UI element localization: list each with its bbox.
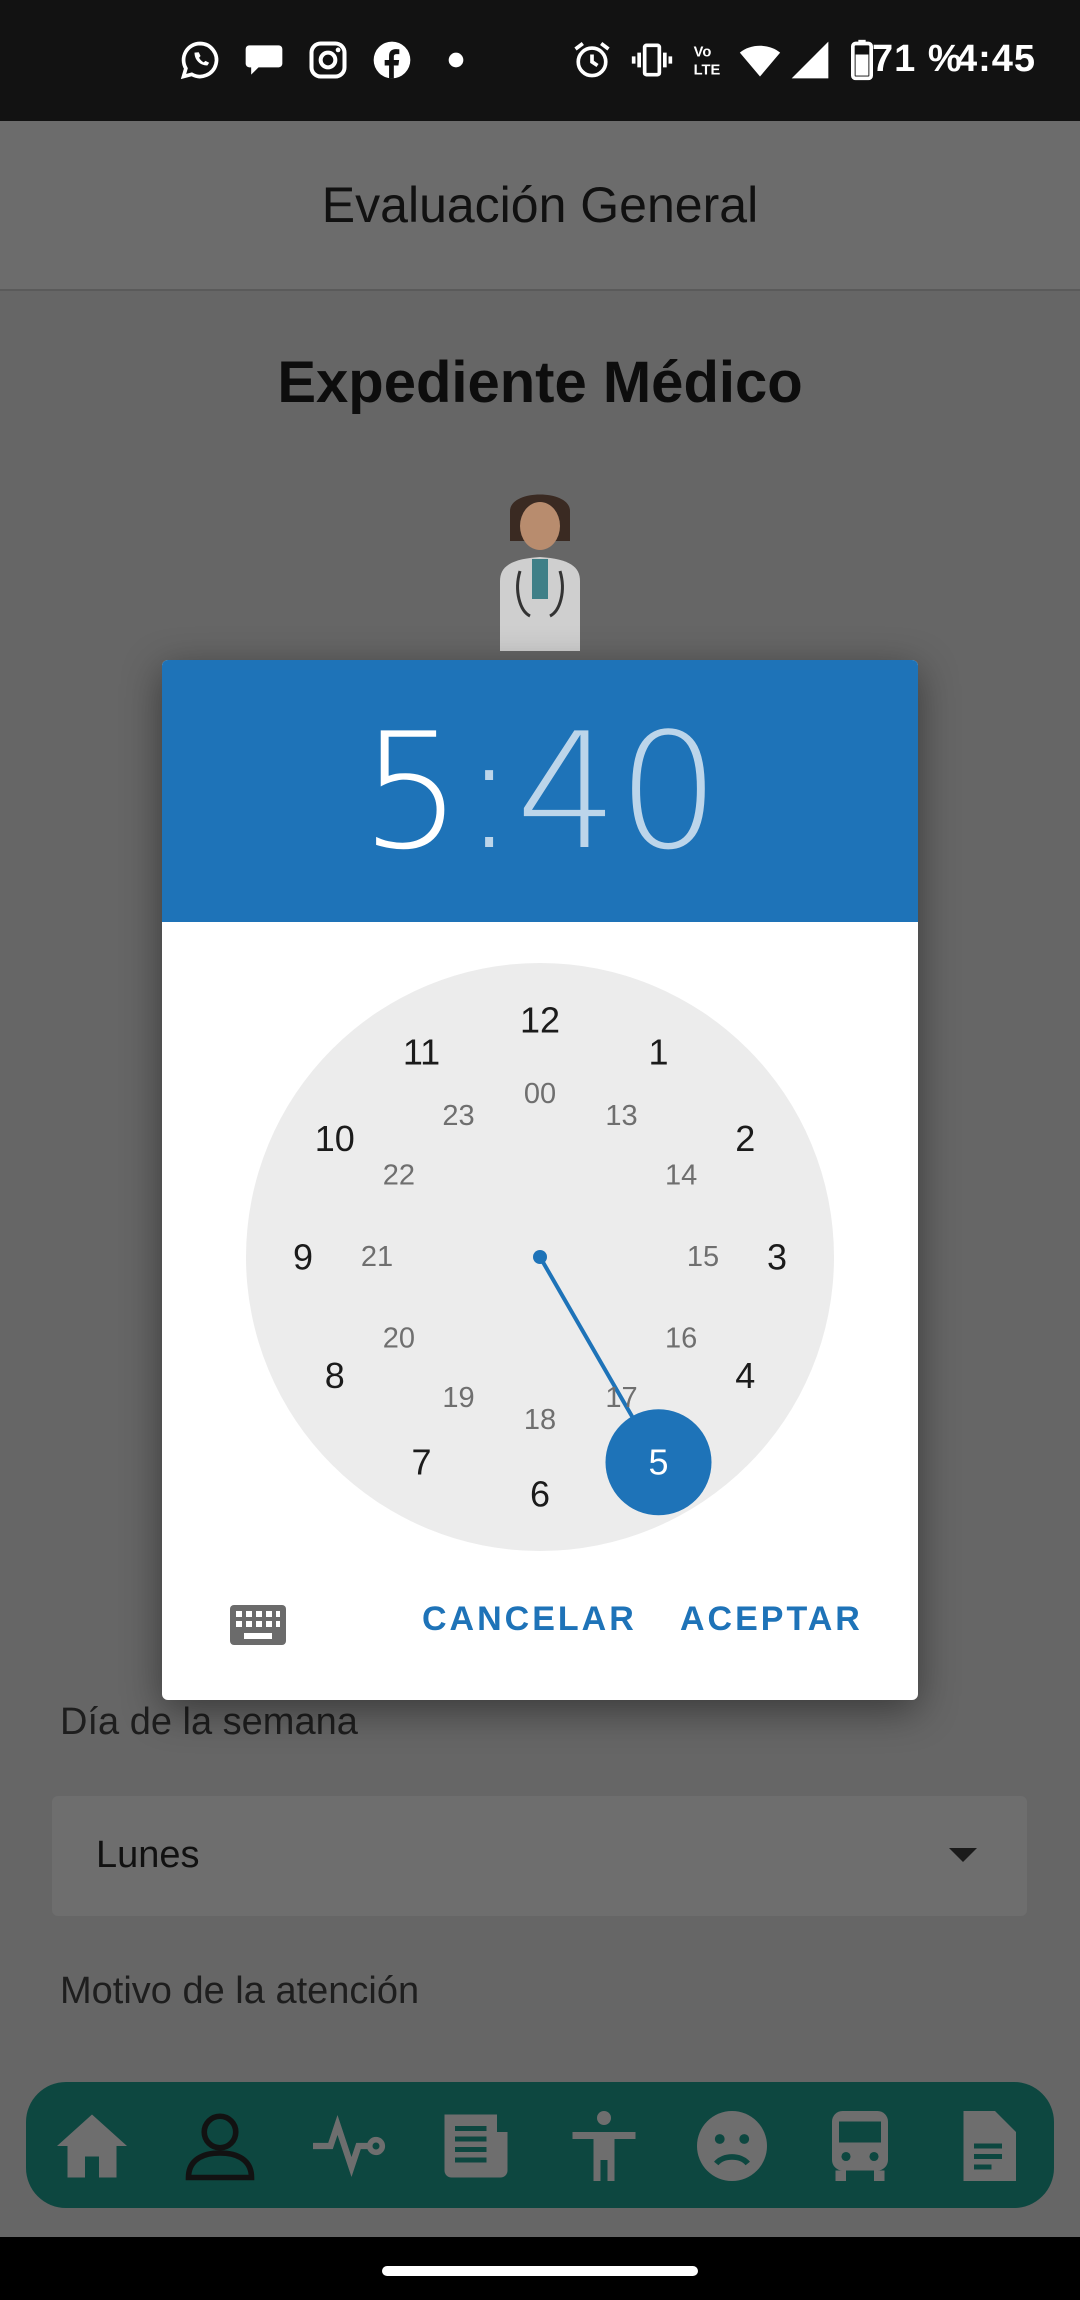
doctor-illustration [500, 494, 580, 651]
page-heading: Expediente Médico [277, 350, 803, 415]
volte-icon: Vo LTE [694, 44, 721, 79]
whatsapp-icon [180, 41, 219, 80]
chat-bubble-icon [245, 45, 283, 75]
person-icon[interactable] [178, 2104, 262, 2188]
clock-hour-11[interactable]: 11 [403, 1031, 440, 1072]
time-separator: : [462, 698, 517, 885]
clock-center-dot [533, 1250, 547, 1264]
home-indicator[interactable] [382, 2266, 698, 2276]
status-bar: Vo LTE 71 % 4:45 [0, 0, 1080, 121]
clock-hour-2[interactable]: 2 [735, 1118, 755, 1159]
weekday-select-value: Lunes [96, 1834, 200, 1876]
vital-signs-icon[interactable] [306, 2104, 390, 2188]
weekday-label: Día de la semana [60, 1701, 358, 1743]
time-picker-dialog: 5:40 12 1 2 3 4 5 6 7 8 9 10 11 00 13 14 15 16 17 18 19 20 21… [162, 660, 918, 1700]
weekday-select[interactable]: Lunes [52, 1796, 1027, 1916]
clock-hour-12[interactable]: 12 [520, 1000, 560, 1041]
keyboard-icon[interactable] [230, 1605, 286, 1645]
alarm-icon [574, 42, 610, 78]
clock-hour-14[interactable]: 14 [665, 1160, 697, 1192]
clock-hour-1[interactable]: 1 [648, 1031, 668, 1072]
clock-hour-23[interactable]: 23 [442, 1100, 474, 1132]
home-icon[interactable] [50, 2104, 134, 2188]
app-bar: Evaluación General [0, 121, 1080, 291]
clock-hour-9[interactable]: 9 [293, 1237, 313, 1278]
clock-hour-22[interactable]: 22 [383, 1160, 415, 1192]
clock-hour-21[interactable]: 21 [361, 1241, 393, 1273]
bottom-navigation [26, 2082, 1054, 2208]
hour-display[interactable]: 5 [360, 698, 462, 885]
clock-hour-15[interactable]: 15 [687, 1241, 719, 1273]
svg-text:LTE: LTE [694, 63, 721, 79]
dot-icon [448, 52, 464, 68]
accept-button[interactable]: ACEPTAR [680, 1600, 863, 1639]
reason-label: Motivo de la atención [60, 1970, 420, 2012]
clock-hour-19[interactable]: 19 [442, 1382, 474, 1414]
clock-hour-6[interactable]: 6 [530, 1474, 550, 1515]
document-icon[interactable] [946, 2104, 1030, 2188]
clock-hour-16[interactable]: 16 [665, 1323, 697, 1355]
clock-hour-4[interactable]: 4 [735, 1355, 755, 1396]
clock-hour-17[interactable]: 17 [605, 1382, 637, 1414]
vibrate-icon [631, 43, 673, 77]
clock-hour-8[interactable]: 8 [325, 1355, 345, 1396]
newspaper-icon[interactable] [434, 2104, 518, 2188]
signal-icon [791, 41, 829, 79]
clock-hour-3[interactable]: 3 [767, 1237, 787, 1278]
svg-text:Vo: Vo [694, 44, 712, 60]
clock-hour-20[interactable]: 20 [383, 1323, 415, 1355]
caret-down-icon [949, 1848, 977, 1862]
time-display: 5:40 [162, 712, 918, 872]
minutes-display[interactable]: 40 [516, 698, 720, 885]
time-picker-header: 5:40 [162, 660, 918, 922]
clock-time: 4:45 [956, 38, 1037, 80]
clock-dial[interactable]: 121234567891011001314151617181920212223 [246, 963, 834, 1551]
clock-hour-13[interactable]: 13 [605, 1100, 637, 1132]
clock-hour-7[interactable]: 7 [411, 1442, 431, 1483]
clock-hour-10[interactable]: 10 [315, 1118, 355, 1159]
battery-percentage: 71 % [872, 38, 963, 80]
clock-hour-18[interactable]: 18 [524, 1404, 556, 1436]
bus-icon[interactable] [818, 2104, 902, 2188]
sad-face-icon[interactable] [690, 2104, 774, 2188]
instagram-icon [309, 41, 347, 79]
clock-hour-5[interactable]: 5 [648, 1442, 668, 1483]
facebook-icon [373, 41, 411, 79]
clock-hour-00[interactable]: 00 [524, 1078, 556, 1110]
wifi-icon [739, 45, 781, 77]
app-title: Evaluación General [321, 177, 759, 233]
accessibility-icon[interactable] [562, 2104, 646, 2188]
cancel-button[interactable]: CANCELAR [422, 1600, 637, 1639]
